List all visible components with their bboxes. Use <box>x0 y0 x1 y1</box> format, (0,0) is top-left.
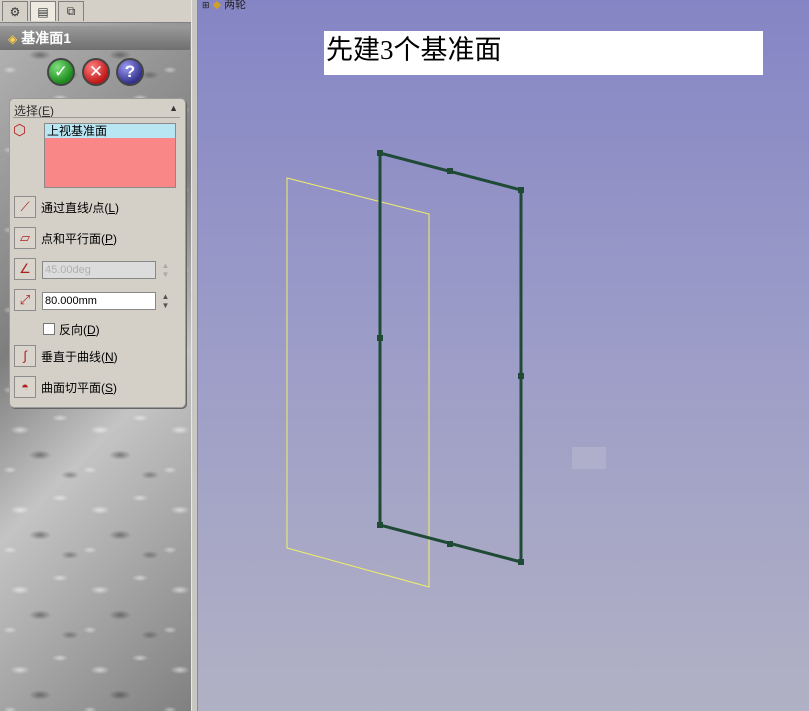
tab-feature-manager[interactable]: ⚙ <box>2 1 28 21</box>
handle <box>377 150 383 156</box>
selection-group: 选择(E) ▲ ⬡ 上视基准面 ⟋ 通过直线/点(L) ▱ 点和平行面(P) ∠… <box>9 98 186 408</box>
cancel-button[interactable]: ✕ <box>82 58 110 86</box>
surface-tangent-icon[interactable]: ◓ <box>14 376 36 398</box>
line-point-icon[interactable]: ⟋ <box>14 196 36 218</box>
angle-input: 45.00deg <box>42 261 156 279</box>
selection-list[interactable]: 上视基准面 <box>44 123 176 188</box>
property-sheet-icon: ▤ <box>37 4 49 19</box>
ok-button[interactable]: ✓ <box>47 58 75 86</box>
manager-tab-bar: ⚙ ▤ ⧉ <box>0 0 191 23</box>
preview-plane[interactable] <box>286 177 430 588</box>
plane-drawing[interactable] <box>198 0 809 711</box>
tab-property-manager[interactable]: ▤ <box>30 1 56 21</box>
feature-tree-icon: ⚙ <box>9 4 21 19</box>
configuration-icon: ⧉ <box>66 4 76 18</box>
help-button[interactable]: ? <box>116 58 144 86</box>
help-icon: ? <box>124 62 136 81</box>
checkbox-box[interactable] <box>43 323 55 335</box>
group-divider <box>13 117 180 118</box>
angle-spinner: ▲ ▼ <box>161 261 170 279</box>
handle <box>518 187 524 193</box>
plane-reference-icon: ⬡ <box>13 122 27 139</box>
splitter-bar[interactable] <box>191 0 198 711</box>
selected-reference-item[interactable]: 上视基准面 <box>45 124 175 138</box>
reverse-direction-checkbox[interactable]: 反向(D) <box>43 323 100 337</box>
tab-configuration-manager[interactable]: ⧉ <box>58 1 84 21</box>
handle <box>518 559 524 565</box>
collapse-arrow-icon[interactable]: ▲ <box>169 103 178 113</box>
distance-input[interactable]: 80.000mm <box>42 292 156 310</box>
handle <box>447 541 453 547</box>
handle <box>447 168 453 174</box>
close-icon: ✕ <box>88 62 104 81</box>
handle <box>518 373 524 379</box>
handle <box>377 522 383 528</box>
reference-plane[interactable] <box>378 151 523 564</box>
offset-distance-icon[interactable]: ⤢ <box>14 289 36 311</box>
graphics-viewport[interactable]: ⊞ ◆ 两轮 先建3个基准面 <box>198 0 809 711</box>
distance-spinner[interactable]: ▲ ▼ <box>159 292 172 310</box>
checkmark-icon: ✓ <box>53 62 69 81</box>
normal-curve-icon[interactable]: ∫ <box>14 345 36 367</box>
feature-title: 基准面1 <box>21 30 72 46</box>
parallel-plane-icon[interactable]: ▱ <box>14 227 36 249</box>
plane-icon: ◈ <box>8 32 18 46</box>
angle-icon[interactable]: ∠ <box>14 258 36 280</box>
selection-group-header[interactable]: 选择(E) <box>14 102 179 118</box>
property-manager-panel: ⚙ ▤ ⧉ ◈ 基准面1 ✓ ✕ ? 选择(E) ▲ ⬡ 上视基准面 ⟋ 通过直线… <box>0 0 192 711</box>
plane-handles[interactable] <box>377 150 524 565</box>
property-manager-title: ◈ 基准面1 <box>0 26 190 50</box>
handle <box>377 335 383 341</box>
